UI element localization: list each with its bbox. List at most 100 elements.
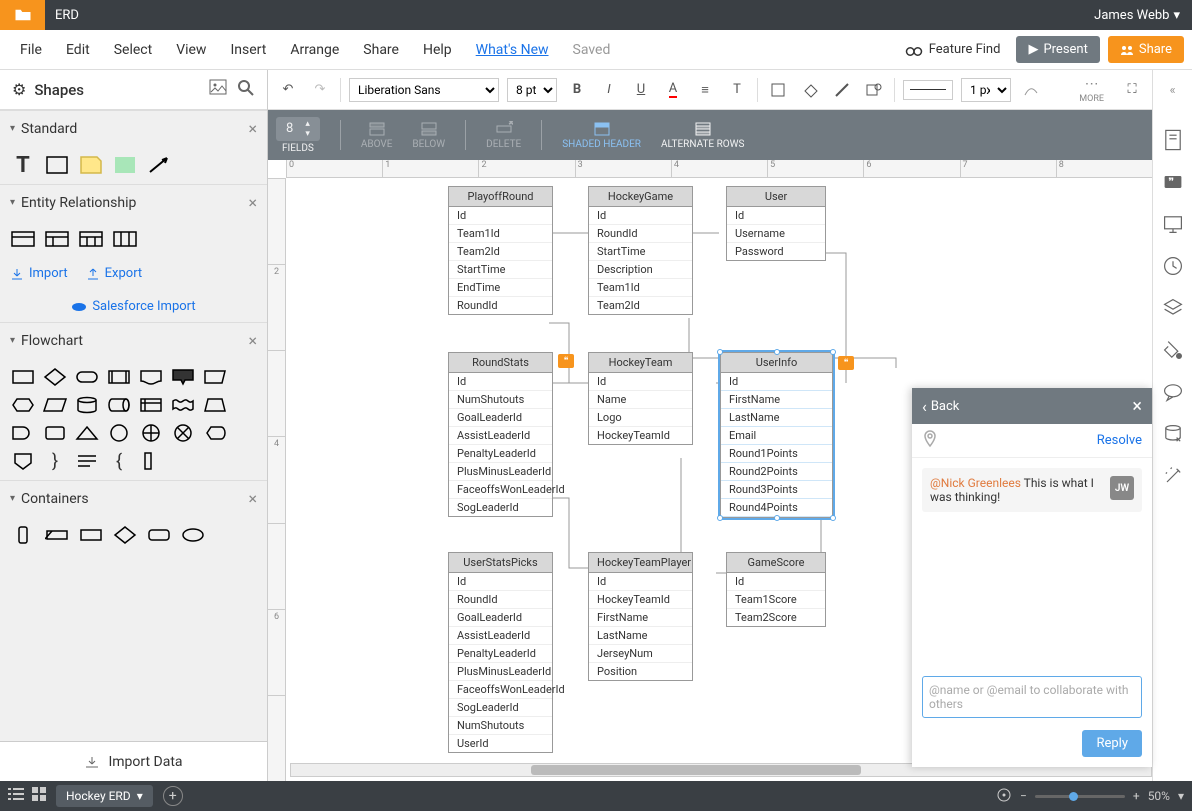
feature-find[interactable]: Feature Find xyxy=(905,42,1009,57)
zoom-out[interactable]: − xyxy=(1020,789,1027,803)
fc-lines[interactable] xyxy=(74,450,100,472)
fc-trap[interactable] xyxy=(202,394,228,416)
quote-icon[interactable]: ❞ xyxy=(1161,170,1185,194)
menu-edit[interactable]: Edit xyxy=(54,42,102,58)
fc-rect[interactable] xyxy=(10,366,36,388)
fc-manual[interactable] xyxy=(202,366,228,388)
back-button[interactable]: ‹Back xyxy=(922,397,959,416)
fc-circle[interactable] xyxy=(106,422,132,444)
align-icon[interactable]: ≡ xyxy=(693,78,717,102)
fc-tape[interactable] xyxy=(170,394,196,416)
section-flowchart[interactable]: ▾Flowchart× xyxy=(0,322,267,358)
comment-tag[interactable]: ❝ xyxy=(838,356,854,370)
table-hockeyteamplayer[interactable]: HockeyTeamPlayer Id HockeyTeamId FirstNa… xyxy=(588,552,693,681)
table-userstatspicks[interactable]: UserStatsPicks Id RoundId GoalLeaderId A… xyxy=(448,552,553,753)
page-icon[interactable] xyxy=(1161,128,1185,152)
zoom-slider[interactable] xyxy=(1035,795,1125,798)
text-shape[interactable]: T xyxy=(10,154,36,176)
close-icon[interactable]: × xyxy=(248,193,257,212)
share-button[interactable]: Share xyxy=(1108,36,1184,63)
close-icon[interactable]: × xyxy=(248,331,257,350)
textfields-icon[interactable]: T xyxy=(725,78,749,102)
menu-whatsnew[interactable]: What's New xyxy=(464,42,561,58)
gear-icon[interactable]: ⚙ xyxy=(12,80,26,99)
fc-diamond[interactable] xyxy=(42,366,68,388)
grid-view-icon[interactable] xyxy=(32,787,46,805)
import-data-button[interactable]: Import Data xyxy=(0,741,267,781)
note-shape[interactable] xyxy=(78,154,104,176)
fc-and[interactable] xyxy=(10,422,36,444)
fc-para[interactable] xyxy=(42,394,68,416)
close-icon[interactable]: × xyxy=(1132,396,1142,417)
section-containers[interactable]: ▾Containers× xyxy=(0,480,267,516)
table-userinfo[interactable]: UserInfo Id FirstName LastName Email Rou… xyxy=(720,352,833,518)
magic-icon[interactable] xyxy=(1161,464,1185,488)
paint-icon[interactable] xyxy=(1161,338,1185,362)
zoom-in[interactable]: + xyxy=(1133,789,1140,803)
fc-square[interactable] xyxy=(138,450,164,472)
table-roundstats[interactable]: RoundStats Id NumShutouts GoalLeaderId A… xyxy=(448,352,553,517)
salesforce-import[interactable]: Salesforce Import xyxy=(10,299,257,314)
redo-icon[interactable]: ↷ xyxy=(308,78,332,102)
fc-tri[interactable] xyxy=(74,422,100,444)
resolve-button[interactable]: Resolve xyxy=(1097,433,1142,448)
menu-select[interactable]: Select xyxy=(102,42,164,58)
fill-icon[interactable] xyxy=(798,78,822,102)
fc-tooltip[interactable] xyxy=(170,366,196,388)
fc-hex[interactable] xyxy=(10,394,36,416)
below-button[interactable]: BELOW xyxy=(412,121,445,150)
menu-arrange[interactable]: Arrange xyxy=(278,42,351,58)
fc-display[interactable] xyxy=(202,422,228,444)
collapse-icon[interactable]: « xyxy=(1161,78,1185,102)
section-er[interactable]: ▾Entity Relationship× xyxy=(0,184,267,220)
fields-stepper[interactable]: 8▴▾FIELDS xyxy=(276,117,320,154)
c-rect2[interactable] xyxy=(78,524,104,546)
fc-brace2[interactable]: { xyxy=(106,450,132,472)
line-icon[interactable] xyxy=(830,78,854,102)
table-user[interactable]: User Id Username Password xyxy=(726,186,826,261)
er-shape-4[interactable] xyxy=(112,228,138,250)
menu-help[interactable]: Help xyxy=(411,42,464,58)
alternate-button[interactable]: ALTERNATE ROWS xyxy=(661,121,744,150)
comment-bubble-icon[interactable] xyxy=(1161,380,1185,404)
c-ell[interactable] xyxy=(180,524,206,546)
italic-icon[interactable]: I xyxy=(597,78,621,102)
fc-db[interactable] xyxy=(74,394,100,416)
textcolor-icon[interactable]: A xyxy=(661,78,685,102)
fc-brace[interactable]: } xyxy=(42,450,68,472)
block-shape[interactable] xyxy=(112,154,138,176)
c-dia[interactable] xyxy=(112,524,138,546)
import-action[interactable]: Import xyxy=(10,266,68,281)
menu-view[interactable]: View xyxy=(164,42,218,58)
lineend-icon[interactable] xyxy=(1019,78,1043,102)
comment-tag[interactable]: ❝ xyxy=(558,354,574,368)
er-shape-1[interactable] xyxy=(10,228,36,250)
c-rnd[interactable] xyxy=(146,524,172,546)
menu-file[interactable]: File xyxy=(8,42,54,58)
image-icon[interactable] xyxy=(209,79,227,101)
fc-internal[interactable] xyxy=(138,394,164,416)
folder-icon[interactable] xyxy=(0,0,45,30)
arrow-shape[interactable] xyxy=(146,154,172,176)
zoom-level[interactable]: 50% xyxy=(1148,789,1170,803)
table-gamescore[interactable]: GameScore Id Team1Score Team2Score xyxy=(726,552,826,627)
close-icon[interactable]: × xyxy=(248,119,257,138)
c-pill[interactable] xyxy=(10,524,36,546)
fc-predef[interactable] xyxy=(106,366,132,388)
undo-icon[interactable]: ↶ xyxy=(276,78,300,102)
c-rect[interactable] xyxy=(44,524,70,546)
delete-button[interactable]: ×DELETE xyxy=(486,121,521,150)
section-standard[interactable]: ▾Standard× xyxy=(0,110,267,146)
target-icon[interactable] xyxy=(996,787,1012,806)
reply-button[interactable]: Reply xyxy=(1082,730,1142,757)
doc-name[interactable]: ERD xyxy=(45,8,79,23)
presentation-icon[interactable] xyxy=(1161,212,1185,236)
search-icon[interactable] xyxy=(237,79,255,101)
fc-doc[interactable] xyxy=(138,366,164,388)
page-tab[interactable]: Hockey ERD▾ xyxy=(56,785,153,807)
close-icon[interactable]: × xyxy=(248,489,257,508)
fc-direct[interactable] xyxy=(106,394,132,416)
more-button[interactable]: ⋯MORE xyxy=(1079,76,1104,104)
linestyle-select[interactable] xyxy=(903,80,953,100)
rect-shape[interactable] xyxy=(44,154,70,176)
